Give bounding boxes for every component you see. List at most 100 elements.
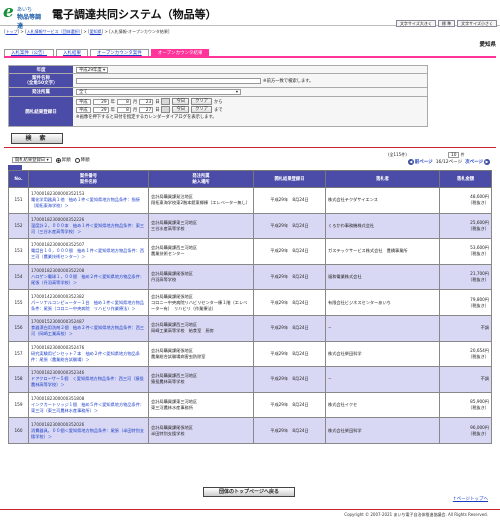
breadcrumb-current: 入札情報-オープンカウンタ結果 — [110, 29, 168, 34]
font-small-button[interactable]: 文字サイズ小さく — [457, 20, 497, 27]
font-large-button[interactable]: 文字サイズ大きく — [395, 20, 436, 27]
year-to-input[interactable]: 29 — [92, 106, 109, 113]
table-row: 154 17000182300000352208 ハロゲン電球１，００個 抽め２件＜… — [8, 263, 492, 291]
case-link[interactable]: インクカートリッジ１個 抽め５件＜愛知県地方物品条件：東三河（東三河農林水産事務… — [31, 402, 144, 413]
tax-note: （税抜き） — [468, 251, 489, 257]
case-link[interactable]: 電話台１０，０００個 抽め１件＜愛知県地方物品条件：西三河（農業技術センター）＞ — [31, 248, 144, 259]
org-cell: 会計局購買課発注地区 翔拓東海学校東2階本館東郷棟（エレベーター無し） — [148, 187, 254, 214]
case-link[interactable]: ドアクローザー５個 く愛知県地方物品条件：西三河（猿投農林高等学校）＞ — [31, 376, 144, 387]
breadcrumb-service[interactable]: 入札情報サービス（団体選択） — [27, 29, 81, 34]
case-id: 17000182300000352507 — [31, 242, 85, 248]
date-cell: 平成29年 8月24日 — [253, 366, 326, 393]
winner-cell: 有限会社ビジネスセンターあいち — [325, 289, 440, 316]
case-name-note: ※前方一致で検索します。 — [263, 78, 314, 84]
org-cell: 会計局購買課尾張地区 丹羽高等学校 — [148, 263, 254, 291]
amount-cell: 96,000円 （税抜き） — [439, 417, 492, 444]
sort-desc-radio[interactable]: 降順 — [74, 157, 90, 163]
case-id: 17000182300000352346 — [31, 370, 85, 376]
amount-cell: 85,900円 （税抜き） — [439, 391, 492, 419]
breadcrumb-pref[interactable]: 愛知県 — [90, 29, 102, 34]
arrow-right-icon: ▶ — [484, 159, 490, 165]
search-button[interactable]: 検 索 — [11, 133, 63, 144]
fiscal-year-select[interactable]: 平成29年度 ▾ — [76, 66, 109, 73]
today-to-button[interactable]: 今日 — [172, 106, 190, 113]
amount-cell: 48,600円 （税抜き） — [439, 187, 492, 214]
calendar-icon[interactable] — [161, 106, 171, 113]
amount-value: 96,000円 — [470, 424, 489, 430]
date-label: 開札結果登録日 — [9, 97, 73, 126]
prev-page-link[interactable]: ◀ 前ページ — [407, 159, 433, 165]
font-standard-button[interactable]: 標 準 — [437, 20, 456, 27]
tax-note: （税抜き） — [468, 302, 489, 308]
winner-cell: 福和電業株式会社 — [325, 263, 440, 291]
row-no: 155 — [8, 289, 29, 316]
row-no: 160 — [8, 417, 29, 444]
case-link[interactable]: 電化学用器具１他 抽め１件＜愛知県地方物品条件：指接（翔拓東海学校）＞ — [31, 197, 140, 208]
back-to-top-button[interactable]: 団体のトップページへ戻る — [203, 487, 295, 497]
year-from-input[interactable]: 29 — [92, 98, 109, 105]
case-name-input[interactable] — [76, 77, 261, 84]
results-table: No. 案件番号 案件名称 発注所属 納入場所 開札結果登録日 落札者 落札金額… — [8, 170, 492, 444]
sort-asc-radio[interactable]: 昇順 — [55, 157, 71, 163]
amount-value: 25,600円 — [470, 219, 489, 225]
era-from-select[interactable]: 平成 — [76, 98, 91, 105]
case-link[interactable]: 温度計２，０００本 抽め１件＜愛知県地方物品条件：東三河（三谷水産高等学校）＞ — [31, 223, 144, 234]
case-id: 17000182300000351808 — [31, 396, 85, 402]
month-from-input[interactable]: 8 — [116, 98, 131, 105]
row-no: 158 — [8, 366, 29, 393]
breadcrumb: [トップ] > [入札情報サービス（団体選択）] > [愛知県] > [入札情報… — [4, 29, 170, 34]
case-link[interactable]: 消費器具，００個＜愛知県地方物品条件：尾張（半田特別支援学校）＞ — [31, 428, 144, 439]
day-from-input[interactable]: 23 — [139, 98, 154, 105]
era-to-select[interactable]: 平成 — [76, 106, 91, 113]
case-link[interactable]: ハロゲン電球１，００個 抽め２件＜愛知県地方物品条件：尾張（丹羽高等学校）＞ — [31, 274, 144, 285]
tab-open-counter-cases[interactable]: オープンカウンタ案件 — [90, 49, 149, 56]
per-page: 10 件 — [448, 152, 464, 158]
per-page-select[interactable]: 10 — [448, 152, 460, 158]
breadcrumb-top[interactable]: トップ — [6, 29, 18, 34]
org-select[interactable]: 全て ▾ — [76, 89, 241, 95]
pager: ◀ 前ページ 16/12ページ 次ページ ▶ — [407, 159, 490, 165]
amount-value: 79,800円 — [470, 296, 489, 302]
col-date[interactable]: 開札結果登録日 — [253, 170, 326, 188]
date-cell: 平成29年 8月24日 — [253, 187, 326, 214]
tab-bid-results[interactable]: 入札結果 — [56, 49, 88, 56]
col-winner[interactable]: 落札者 — [325, 170, 440, 188]
day-to-input[interactable]: 27 — [139, 106, 154, 113]
col-no[interactable]: No. — [8, 170, 29, 188]
row-no: 153 — [8, 238, 29, 265]
tab-bid-cases[interactable]: 入札案件（公告） — [4, 49, 54, 56]
amount-cell: 53,600円 （税抜き） — [439, 238, 492, 265]
org-cell: 会計局購買課西三河地区 農業技術センター — [148, 238, 254, 265]
tab-open-counter-results[interactable]: オープンカウンタ結果 — [150, 49, 210, 56]
amount-value: 20,654円 — [470, 347, 489, 353]
arrow-left-icon: ◀ — [407, 159, 414, 165]
amount-value: 21,700円 — [470, 271, 489, 277]
tax-note: （税抜き） — [468, 430, 489, 436]
calendar-icon[interactable] — [161, 98, 171, 105]
col-case[interactable]: 案件番号 案件名称 — [28, 170, 149, 188]
amount-value: 48,600円 — [470, 194, 489, 200]
today-from-button[interactable]: 今日 — [172, 98, 190, 105]
winner-cell: 株式会社イクセ — [325, 391, 440, 419]
page-top-link[interactable]: ↑ページトップへ — [453, 496, 488, 502]
radio-off-icon — [74, 157, 80, 163]
case-id: 17000182300000352476 — [31, 344, 85, 350]
clear-to-button[interactable]: クリア — [191, 106, 212, 113]
case-link[interactable]: パーソナルコンピューター１台 抽め１件＜愛知県地方物品条件：尾張（コロニー中央病… — [31, 300, 144, 311]
org-cell: 会計局購買課尾張地区 農業総合試験場病害虫防除室 — [148, 340, 254, 368]
date-cell: 平成29年 8月24日 — [253, 391, 326, 419]
date-cell: 平成29年 8月24日 — [253, 417, 326, 444]
row-no: 159 — [8, 391, 29, 419]
col-amount[interactable]: 落札金額 — [439, 170, 492, 188]
next-page-link[interactable]: 次ページ ▶ — [465, 159, 490, 165]
site-logo[interactable]: e あいち 物品等調達 — [3, 4, 45, 31]
case-link[interactable]: 食器漂白用洗剤２個 抽め２件＜愛知県地方物品条件：西三河（岡崎工業高校）＞ — [31, 325, 144, 336]
col-org[interactable]: 発注所属 納入場所 — [148, 170, 254, 188]
case-link[interactable]: 研究実験用ピンセット７本 抽め２件＜愛知県地方物品条件：尾張（農業総合試験場）＞ — [31, 351, 140, 362]
month-to-input[interactable]: 8 — [116, 106, 131, 113]
sort-field-select[interactable]: 開札結果登録日 ▾ — [12, 157, 52, 163]
row-no: 154 — [8, 263, 29, 291]
org-cell: 会計局購買課東三河地区 三谷水産高等学校 — [148, 212, 254, 240]
clear-from-button[interactable]: クリア — [191, 98, 212, 105]
amount-cell: 不調 — [439, 314, 492, 342]
